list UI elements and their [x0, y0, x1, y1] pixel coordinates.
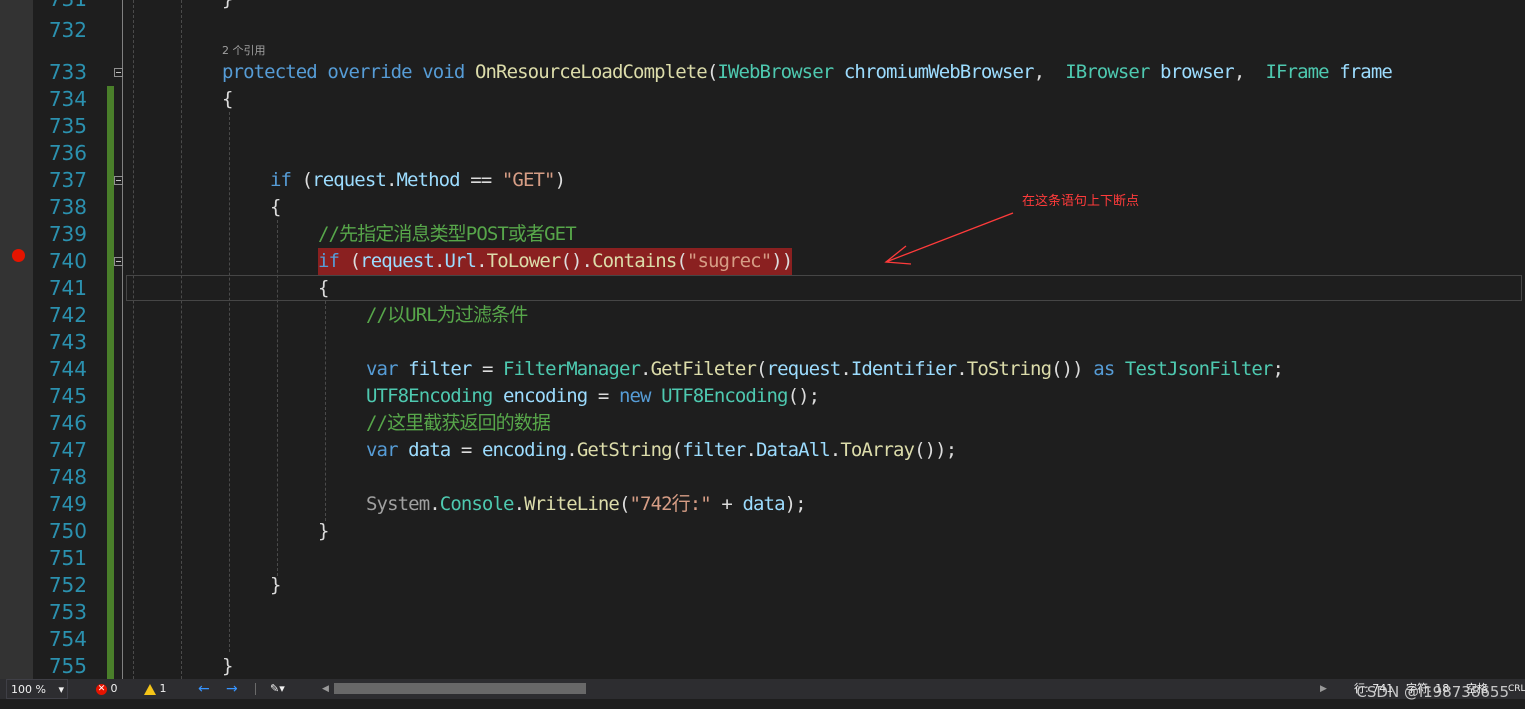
watermark: CSDN @l198738655 — [1356, 683, 1509, 701]
status-bar: 100 % ▾ ✕ 0 1 ← → ✎▾ ◀ ▶ 行: 741 字符: 18 空… — [0, 679, 1525, 699]
zoom-dropdown[interactable]: 100 % ▾ — [6, 679, 68, 699]
error-icon: ✕ — [96, 683, 107, 695]
navigate-back-icon[interactable]: ← — [198, 679, 210, 699]
horizontal-scrollbar[interactable] — [322, 679, 1332, 699]
warning-icon — [144, 683, 156, 695]
code-editor[interactable]: 731 732 733 734 735 736 737 738 739 740 … — [0, 0, 1525, 679]
window-bottom-edge — [0, 699, 1525, 709]
navigate-forward-icon[interactable]: → — [226, 679, 238, 699]
code-cleanup-icon[interactable]: ✎▾ — [270, 679, 285, 699]
error-count: 0 — [110, 682, 118, 695]
warning-count: 1 — [159, 682, 167, 695]
errors-indicator[interactable]: ✕ 0 — [96, 679, 118, 699]
divider — [255, 683, 256, 695]
zoom-value: 100 % — [11, 683, 46, 696]
scroll-right-icon[interactable]: ▶ — [1320, 679, 1327, 699]
annotation-arrow — [884, 212, 1014, 265]
scrollbar-thumb[interactable] — [334, 683, 586, 694]
line-ending[interactable]: CRLF — [1508, 679, 1525, 699]
warnings-indicator[interactable]: 1 — [144, 679, 167, 699]
chevron-down-icon: ▾ — [58, 683, 64, 696]
